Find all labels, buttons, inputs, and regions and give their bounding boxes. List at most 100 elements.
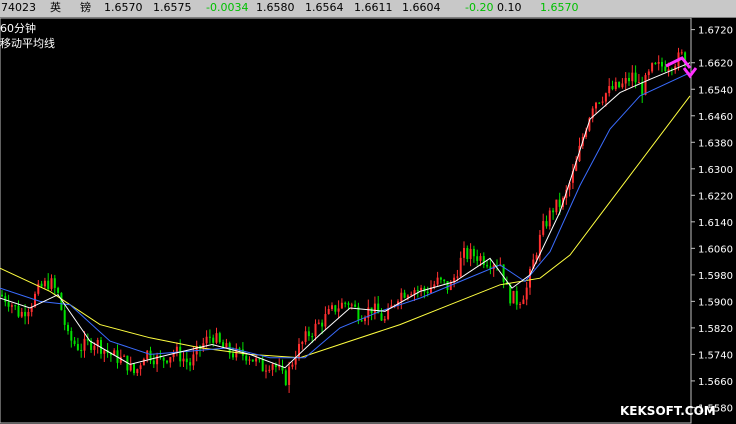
candle-body — [255, 358, 258, 362]
candle-body — [182, 358, 185, 362]
candle-body — [601, 101, 604, 103]
candle-body — [380, 313, 383, 321]
candle-body — [598, 102, 601, 104]
y-tick-label: 1.6220 — [698, 191, 733, 202]
candle-body — [278, 366, 281, 368]
candle-body — [647, 71, 650, 76]
candle-body — [53, 278, 56, 288]
watermark: KEKSOFT.COM — [620, 404, 716, 418]
quote-last: 1.6570 — [540, 1, 579, 14]
candle-body — [545, 221, 548, 227]
candle-body — [637, 82, 640, 84]
candle-body — [10, 305, 13, 307]
quote-bid: 1.6611 — [354, 1, 393, 14]
candle-body — [83, 338, 86, 351]
candle-body — [271, 364, 274, 370]
candle-body — [472, 248, 475, 257]
candle-body — [644, 75, 647, 95]
candle-body — [156, 355, 159, 365]
candle-body — [364, 318, 366, 322]
candle-body — [624, 77, 627, 84]
candle-body — [522, 299, 525, 304]
candle-body — [654, 63, 657, 65]
candle-body — [439, 277, 442, 280]
candle-body — [443, 279, 446, 282]
candle-body — [317, 322, 320, 324]
candle-body — [103, 350, 106, 354]
y-tick-label: 1.6380 — [698, 138, 733, 149]
quote-name-2: 镑 — [80, 1, 91, 14]
candle-body — [469, 248, 472, 260]
candle-body — [43, 280, 46, 287]
candle-body — [337, 308, 340, 312]
candle-body — [548, 210, 551, 227]
candle-body — [218, 333, 221, 343]
candle-body — [225, 343, 228, 348]
candle-body — [324, 314, 327, 327]
candle-body — [354, 304, 357, 307]
candle-body — [628, 77, 630, 82]
period-label: 60分钟 — [0, 21, 36, 35]
candle-body — [166, 360, 168, 363]
candle-body — [403, 292, 406, 298]
candle-body — [192, 354, 195, 366]
candle-body — [162, 357, 165, 361]
candle-body — [133, 363, 135, 374]
candle-body — [136, 369, 139, 374]
candle-body — [251, 359, 254, 362]
candle-body — [24, 311, 27, 317]
y-tick-label: 1.6460 — [698, 112, 733, 123]
candle-body — [340, 302, 343, 309]
y-tick-label: 1.5820 — [698, 324, 733, 335]
indicator-label: 移动平均线 — [0, 36, 55, 50]
candle-body — [344, 302, 347, 304]
candle-body — [456, 276, 459, 278]
candle-body — [383, 319, 386, 321]
candle-body — [185, 358, 188, 363]
candle-body — [179, 346, 182, 362]
candle-body — [463, 248, 465, 258]
candle-body — [205, 336, 208, 344]
candle-body — [449, 282, 452, 290]
candle-body — [14, 305, 17, 307]
candle-body — [215, 333, 218, 343]
candle-body — [515, 290, 518, 305]
candle-body — [268, 369, 271, 371]
y-tick-label: 1.5740 — [698, 350, 733, 361]
candle-body — [486, 264, 489, 267]
candle-body — [311, 336, 314, 338]
candle-body — [529, 268, 531, 288]
candle-body — [7, 302, 10, 307]
candle-body — [416, 290, 419, 292]
candle-body — [93, 345, 96, 350]
quote-high: 1.6580 — [256, 1, 295, 14]
candle-body — [301, 341, 304, 344]
candle-body — [618, 81, 621, 88]
candle-body — [595, 102, 597, 109]
candle-body — [410, 294, 413, 296]
candle-body — [621, 83, 624, 88]
quote-code: 74023 — [1, 1, 36, 14]
candle-body — [641, 82, 644, 95]
candle-body — [555, 199, 558, 213]
candle-body — [57, 287, 60, 293]
candle-body — [1, 294, 3, 297]
y-tick-label: 1.5660 — [698, 377, 733, 388]
quote-prev-close: 1.6570 — [104, 1, 143, 14]
candle-body — [50, 278, 53, 289]
candle-body — [420, 287, 423, 291]
quote-low: 1.6564 — [305, 1, 344, 14]
candle-body — [552, 210, 555, 213]
candle-body — [284, 370, 287, 385]
y-tick-label: 1.6620 — [698, 59, 733, 70]
y-tick-label: 1.5980 — [698, 271, 733, 282]
candle-body — [631, 72, 634, 82]
y-tick-label: 1.6540 — [698, 85, 733, 96]
candle-body — [17, 305, 20, 317]
candle-body — [40, 283, 43, 287]
candle-body — [657, 62, 660, 64]
price-chart[interactable]: 1.6720 1.6620 1.6540 1.6460 1.6380 1.6300 1.62… — [0, 18, 736, 424]
candle-body — [542, 221, 545, 235]
candle-body — [248, 359, 251, 361]
candle-body — [327, 308, 330, 315]
